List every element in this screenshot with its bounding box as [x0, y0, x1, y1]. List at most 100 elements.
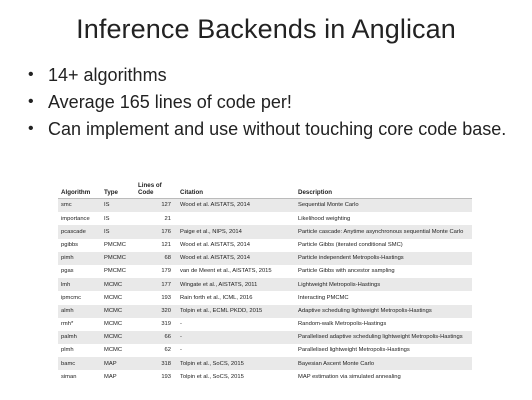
description-cell: Particle independent Metropolis-Hastings [295, 251, 472, 265]
algorithm-cell: palmh [58, 330, 101, 345]
lines-of-code-cell: 21 [135, 212, 177, 226]
description-cell: MAP estimation via simulated annealing [295, 370, 472, 384]
description-cell: Parallelised adaptive scheduling lightwe… [295, 330, 472, 345]
algorithm-cell: pgibbs [58, 238, 101, 252]
citation-cell: Tolpin et al., ECML PKDD, 2015 [177, 304, 295, 318]
description-cell: Interacting PMCMC [295, 291, 472, 305]
type-cell: MCMC [101, 317, 135, 331]
bullet-dot-icon: • [28, 66, 34, 83]
bullet-list: • 14+ algorithms • Average 165 lines of co… [28, 64, 508, 145]
type-cell: MAP [101, 357, 135, 371]
table-row: almh MCMC 320 Tolpin et al., ECML PKDD, 201… [58, 304, 472, 318]
description-cell: Sequential Monte Carlo [295, 198, 472, 213]
description-cell: Particle cascade: Anytime asynchronous s… [295, 225, 472, 239]
citation-cell: Tolpin et al., SoCS, 2015 [177, 370, 295, 384]
table-row: importance IS 21 Likelihood weighting [58, 212, 472, 226]
lines-of-code-cell: 319 [135, 317, 177, 331]
lines-of-code-cell: 66 [135, 330, 177, 345]
type-cell: IS [101, 225, 135, 239]
type-cell: MCMC [101, 291, 135, 305]
citation-cell: Wood et al. AISTATS, 2014 [177, 251, 295, 265]
description-cell: Lightweight Metropolis-Hastings [295, 278, 472, 292]
algorithm-cell: pgas [58, 264, 101, 279]
algorithm-cell: plmh [58, 344, 101, 358]
table-row: plmh MCMC 62- Parallelised lightweight Metr… [58, 344, 472, 358]
type-cell: MCMC [101, 278, 135, 292]
lines-of-code-cell: 193 [135, 291, 177, 305]
lines-of-code-cell: 179 [135, 264, 177, 279]
algorithm-cell: ipmcmc [58, 291, 101, 305]
table-row: pgibbs PMCMC 121 Wood et al. AISTATS, 2014 P… [58, 238, 472, 252]
type-cell: PMCMC [101, 264, 135, 279]
table-row: pcascade IS 176 Paige et al., NIPS, 2014 Par… [58, 225, 472, 239]
bullet-item: • 14+ algorithms [28, 64, 508, 86]
description-cell: Likelihood weighting [295, 212, 472, 226]
citation-cell: Wingate et al., AISTATS, 2011 [177, 278, 295, 292]
table-row: ipmcmc MCMC 193 Rain forth et al., ICML, 20… [58, 291, 472, 305]
table-row: rmh* MCMC 319- Random-walk Metropolis-Hasti… [58, 317, 472, 331]
header-type: Type [101, 180, 135, 199]
citation-cell: van de Meent et al., AISTATS, 2015 [177, 264, 295, 279]
citation-cell: Wood et al. AISTATS, 2014 [177, 198, 295, 213]
table-row: pgas PMCMC 179 van de Meent et al., AISTATS… [58, 264, 472, 279]
algorithm-cell: pcascade [58, 225, 101, 239]
header-lines-of-code: Lines of Code [135, 180, 177, 199]
algorithm-cell: importance [58, 212, 101, 226]
slide-title: Inference Backends in Anglican [76, 14, 456, 44]
algorithm-cell: smc [58, 198, 101, 213]
citation-cell [177, 212, 295, 226]
description-cell: Parallelised lightweight Metropolis-Hast… [295, 344, 472, 358]
algorithm-cell: siman [58, 370, 101, 384]
citation-cell: - [177, 344, 295, 358]
bullet-text: 14+ algorithms [48, 65, 167, 85]
lines-of-code-cell: 193 [135, 370, 177, 384]
lines-of-code-cell: 177 [135, 278, 177, 292]
table-header-row: Algorithm Type Lines of Code Citation De… [58, 180, 472, 199]
lines-of-code-cell: 176 [135, 225, 177, 239]
type-cell: IS [101, 198, 135, 213]
table-row: siman MAP 193 Tolpin et al., SoCS, 2015 MAP … [58, 370, 472, 384]
table-row: palmh MCMC 66- Parallelised adaptive schedu… [58, 330, 472, 345]
description-cell: Particle Gibbs (iterated conditional SMC… [295, 238, 472, 252]
citation-cell: Tolpin et al., SoCS, 2015 [177, 357, 295, 371]
algorithm-cell: almh [58, 304, 101, 318]
type-cell: MCMC [101, 304, 135, 318]
header-citation: Citation [177, 180, 295, 199]
description-cell: Random-walk Metropolis-Hastings [295, 317, 472, 331]
bullet-item: • Can implement and use without touching … [28, 118, 508, 140]
table-row: pimh PMCMC 68 Wood et al. AISTATS, 2014 Part… [58, 251, 472, 265]
bullet-dot-icon: • [28, 120, 34, 137]
bullet-dot-icon: • [28, 93, 34, 110]
description-cell: Adaptive scheduling lightweight Metropol… [295, 304, 472, 318]
type-cell: MCMC [101, 344, 135, 358]
lines-of-code-cell: 121 [135, 238, 177, 252]
table-row: bamc MAP 318 Tolpin et al., SoCS, 2015 Bayes… [58, 357, 472, 371]
citation-cell: - [177, 317, 295, 331]
citation-cell: Rain forth et al., ICML, 2016 [177, 291, 295, 305]
bullet-item: • Average 165 lines of code per! [28, 91, 508, 113]
algorithm-cell: pimh [58, 251, 101, 265]
lines-of-code-cell: 320 [135, 304, 177, 318]
type-cell: MCMC [101, 330, 135, 345]
algorithm-cell: lmh [58, 278, 101, 292]
bullet-text: Average 165 lines of code per! [48, 92, 292, 112]
header-algorithm: Algorithm [58, 180, 101, 199]
type-cell: PMCMC [101, 251, 135, 265]
citation-cell: Wood et al. AISTATS, 2014 [177, 238, 295, 252]
header-description: Description [295, 180, 472, 199]
type-cell: IS [101, 212, 135, 226]
description-cell: Bayesian Ascent Monte Carlo [295, 357, 472, 371]
citation-cell: Paige et al., NIPS, 2014 [177, 225, 295, 239]
algorithm-cell: bamc [58, 357, 101, 371]
algorithm-cell: rmh* [58, 317, 101, 331]
bullet-text: Can implement and use without touching c… [48, 119, 507, 139]
table-row: smc IS 127 Wood et al. AISTATS, 2014 Sequent… [58, 198, 472, 213]
type-cell: PMCMC [101, 238, 135, 252]
type-cell: MAP [101, 370, 135, 384]
table-body: smc IS 127 Wood et al. AISTATS, 2014 Sequent… [58, 198, 472, 384]
citation-cell: - [177, 330, 295, 345]
lines-of-code-cell: 318 [135, 357, 177, 371]
lines-of-code-cell: 62 [135, 344, 177, 358]
description-cell: Particle Gibbs with ancestor sampling [295, 264, 472, 279]
table-row: lmh MCMC 177 Wingate et al., AISTATS, 2011 L… [58, 278, 472, 292]
